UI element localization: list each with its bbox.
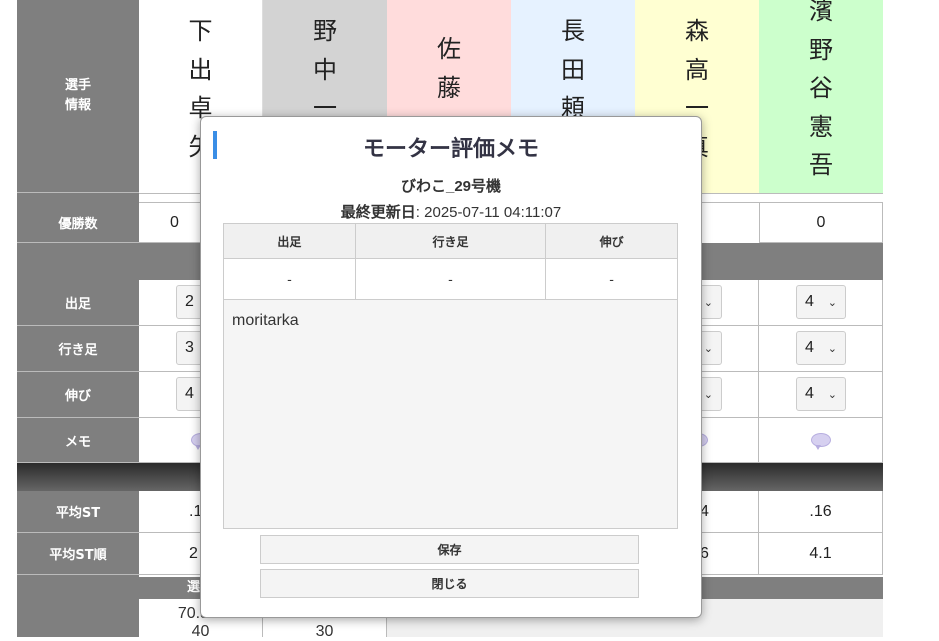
- row-label-avg-st-rank: 平均ST順: [17, 533, 139, 575]
- avg-st-value: .16: [809, 502, 832, 520]
- motor-name: びわこ_29号機: [400, 178, 502, 195]
- gap-band: [17, 193, 139, 203]
- evaluation-table: 出足 行き足 伸び - - -: [223, 223, 678, 300]
- player-2-char: 中: [313, 55, 337, 84]
- chevron-down-icon: ⌄: [827, 342, 837, 355]
- player-6-char: 濱: [809, 0, 833, 25]
- avg-st-rank-value: 4.1: [809, 544, 832, 562]
- eval-header: 出足: [223, 223, 356, 259]
- start-label: 出足: [64, 297, 91, 312]
- eval-header: 伸び: [545, 223, 678, 259]
- avg-st-rank-value: 2: [189, 544, 198, 562]
- start-select-value: 4: [805, 293, 814, 310]
- player-col-6: 濱 野 谷 憲 吾: [759, 0, 883, 193]
- player-6-char: 野: [809, 35, 833, 64]
- chevron-down-icon: ⌄: [703, 296, 713, 309]
- memo-cell-6: [759, 418, 883, 463]
- avg-st-rank-label: 平均ST順: [49, 548, 107, 563]
- eval-value: -: [354, 258, 547, 300]
- close-button[interactable]: 閉じる: [260, 569, 639, 598]
- wins-cell-6: 0: [759, 203, 883, 243]
- mid-select-value: 4: [805, 339, 814, 356]
- memo-textarea[interactable]: moritarka: [223, 299, 678, 529]
- motor-memo-modal: モーター評価メモ びわこ_29号機 最終更新日: 2025-07-11 04:1…: [200, 116, 702, 618]
- player-info-label: 選手 情報: [64, 78, 91, 113]
- player-3-char: 佐: [437, 35, 461, 63]
- speech-bubble-icon[interactable]: [810, 433, 831, 450]
- avg-st-rank-cell-6: 4.1: [759, 533, 883, 575]
- player-6-char: 谷: [809, 74, 833, 102]
- row-label-top: 伸び: [17, 372, 139, 418]
- row-label-bottom: [17, 575, 139, 637]
- player-6-char: 憲: [809, 112, 833, 141]
- start-select-6[interactable]: 4 ⌄: [796, 285, 846, 319]
- top-select-value: 4: [805, 385, 814, 402]
- player-4-char: 田: [561, 55, 585, 84]
- updated-line: 最終更新日: 2025-07-11 04:11:07: [201, 201, 701, 222]
- player-1-char: 下: [188, 17, 213, 45]
- top-select-value: 4: [185, 385, 194, 402]
- player-3-char: 藤: [437, 73, 461, 102]
- chevron-down-icon: ⌄: [703, 388, 713, 401]
- wins-label: 優勝数: [58, 217, 98, 232]
- row-label-player-info: 選手 情報: [17, 0, 139, 193]
- bottom-band-label: 選: [187, 580, 201, 595]
- row-label-start: 出足: [17, 280, 139, 326]
- mid-label: 行き足: [58, 343, 98, 358]
- row-label-wins: 優勝数: [17, 203, 139, 243]
- player-1-char: 出: [188, 55, 213, 84]
- eval-header: 行き足: [354, 223, 547, 259]
- wins-value: 0: [170, 213, 179, 231]
- rate-value: 30: [315, 623, 334, 640]
- chevron-down-icon: ⌄: [827, 388, 837, 401]
- chevron-down-icon: ⌄: [827, 296, 837, 309]
- rate-value: 40: [191, 623, 210, 640]
- player-5-char: 高: [685, 55, 709, 84]
- player-2-char: 野: [313, 17, 337, 45]
- player-5-char: 森: [685, 17, 709, 45]
- player-6-char: 吾: [809, 151, 833, 179]
- eval-value: -: [545, 258, 678, 300]
- row-label-mid: 行き足: [17, 326, 139, 372]
- row-label-memo: メモ: [17, 418, 139, 463]
- top-select-6[interactable]: 4 ⌄: [796, 377, 846, 411]
- save-button[interactable]: 保存: [260, 535, 639, 564]
- mid-select-value: 3: [185, 339, 194, 356]
- updated-value: : 2025-07-11 04:11:07: [415, 204, 562, 221]
- player-4-char: 長: [561, 17, 585, 45]
- mid-select-6[interactable]: 4 ⌄: [796, 331, 846, 365]
- top-label: 伸び: [64, 389, 91, 404]
- row-label-avg-st: 平均ST: [17, 491, 139, 533]
- memo-label: メモ: [64, 434, 91, 450]
- wins-value: 0: [816, 213, 826, 231]
- start-select-value: 2: [185, 293, 194, 310]
- avg-st-cell-6: .16: [759, 491, 883, 533]
- updated-label: 最終更新日: [340, 204, 416, 221]
- chevron-down-icon: ⌄: [703, 342, 713, 355]
- modal-title: モーター評価メモ: [362, 137, 539, 162]
- eval-value: -: [223, 258, 356, 300]
- avg-st-label: 平均ST: [55, 506, 101, 521]
